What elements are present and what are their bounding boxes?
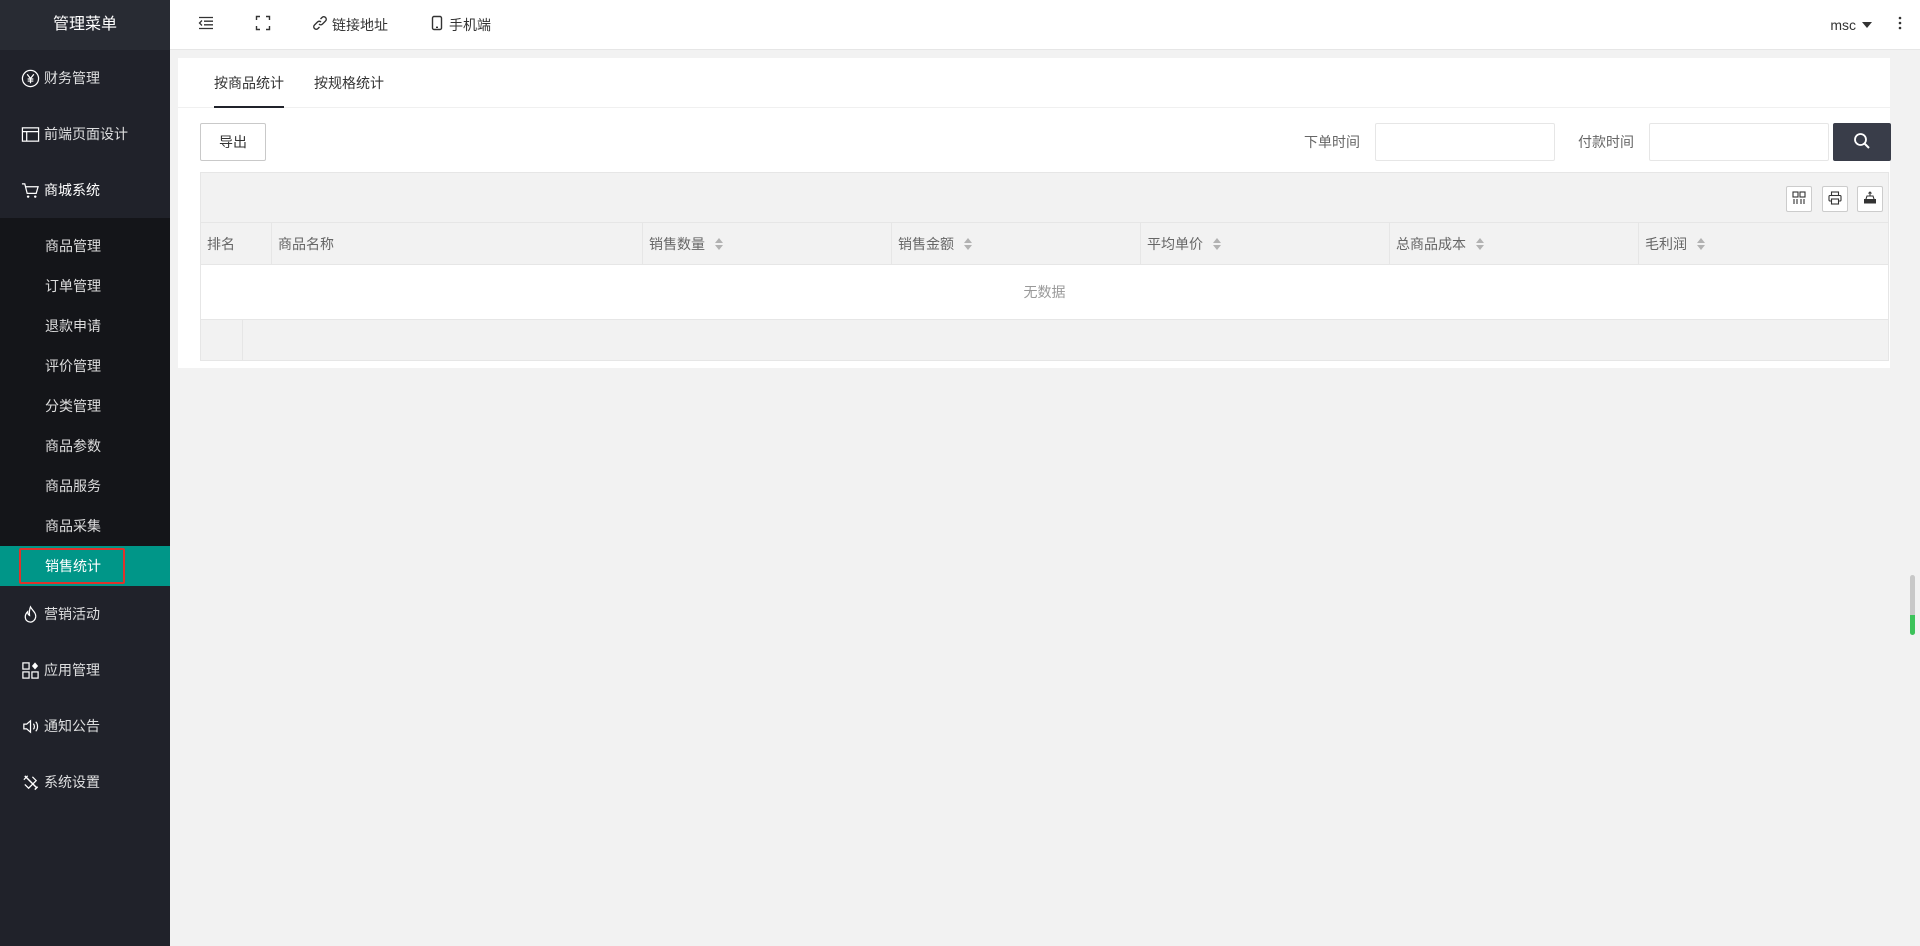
sidebar-subitem-sales-stats[interactable]: 销售统计 [0,546,170,586]
link-address-label: 链接地址 [332,16,388,33]
sort-icon[interactable] [1213,238,1221,250]
link-address-button[interactable]: 链接地址 [286,0,403,50]
link-icon [312,15,328,34]
sales-table: 排名 商品名称 销售数量 销售金额 平均单价 总商品成本 毛利润 无数据 [200,172,1889,361]
sidebar-item-label: 商城系统 [44,182,100,198]
tab-by-spec[interactable]: 按规格统计 [314,58,384,108]
table-header: 排名 商品名称 销售数量 销售金额 平均单价 总商品成本 毛利润 [201,223,1888,265]
caret-down-icon [1862,21,1872,28]
layout-icon [20,124,40,144]
fullscreen-button[interactable] [229,0,286,50]
cart-icon [20,180,40,200]
col-avg-price-label: 平均单价 [1147,236,1203,252]
top-header: 链接地址 手机端 msc [170,0,1920,50]
speaker-icon [20,716,40,736]
col-total-cost-label: 总商品成本 [1396,236,1466,252]
sidebar-item-label: 前端页面设计 [44,126,128,142]
col-total-cost[interactable]: 总商品成本 [1390,223,1639,265]
sidebar-item-notice[interactable]: 通知公告 [0,698,170,754]
stats-tabs: 按商品统计 按规格统计 [178,58,1890,108]
col-sales-qty-label: 销售数量 [649,236,705,252]
table-toolbar [201,173,1888,223]
search-button[interactable] [1833,123,1891,161]
scrollbar-indicator [1910,615,1915,635]
empty-state: 无数据 [201,265,1888,320]
sidebar-item-label: 应用管理 [44,662,100,678]
col-sales-qty[interactable]: 销售数量 [643,223,892,265]
col-sales-amount[interactable]: 销售金额 [892,223,1141,265]
col-gross-profit[interactable]: 毛利润 [1639,223,1888,265]
collapse-menu-button[interactable] [170,0,229,50]
mobile-icon [429,15,445,34]
mall-submenu: 商品管理 订单管理 退款申请 评价管理 分类管理 商品参数 商品服务 商品采集 … [0,218,170,586]
yen-circle-icon [20,68,40,88]
mobile-button[interactable]: 手机端 [403,0,506,50]
pay-time-input[interactable] [1649,123,1829,161]
table-footer [201,320,1888,360]
sidebar-item-finance[interactable]: 财务管理 [0,50,170,106]
highlight-box [19,548,125,584]
columns-filter-button[interactable] [1786,186,1812,212]
columns-icon [1792,190,1806,208]
sidebar-subitem-product-service[interactable]: 商品服务 [0,466,170,506]
filter-toolbar: 导出 下单时间 付款时间 [178,108,1891,174]
sidebar-subitem-refund-request[interactable]: 退款申请 [0,306,170,346]
indent-icon [198,15,214,34]
main-card: 按商品统计 按规格统计 导出 下单时间 付款时间 排名 商品名称 销售数量 销售… [178,58,1891,368]
sidebar-item-label: 通知公告 [44,718,100,734]
col-sales-amount-label: 销售金额 [898,236,954,252]
sidebar-item-system-settings[interactable]: 系统设置 [0,754,170,810]
col-rank-label: 排名 [207,236,235,252]
col-product-name-label: 商品名称 [278,236,334,252]
sort-icon[interactable] [1476,238,1484,250]
sidebar-subitem-category-management[interactable]: 分类管理 [0,386,170,426]
sidebar-item-mall-system[interactable]: 商城系统 [0,162,170,218]
scrollbar[interactable] [1910,575,1915,635]
col-avg-price[interactable]: 平均单价 [1141,223,1390,265]
sidebar-item-label: 财务管理 [44,70,100,86]
sidebar: 管理菜单 财务管理 前端页面设计 商城系统 商品管理 订单管理 退款申请 评价管… [0,0,170,946]
footer-cell [201,320,243,360]
print-icon [1828,190,1842,208]
sort-icon[interactable] [715,238,723,250]
export-table-button[interactable] [1857,186,1883,212]
sort-icon[interactable] [1697,238,1705,250]
user-menu[interactable]: msc [1818,17,1884,33]
search-icon [1853,132,1871,153]
tools-icon [20,772,40,792]
mobile-label: 手机端 [449,16,491,33]
col-product-name[interactable]: 商品名称 [272,223,643,265]
order-time-label: 下单时间 [1304,134,1360,150]
sidebar-subitem-product-params[interactable]: 商品参数 [0,426,170,466]
sidebar-subitem-product-management[interactable]: 商品管理 [0,226,170,266]
tab-by-product[interactable]: 按商品统计 [214,58,284,108]
fullscreen-icon [255,15,271,34]
sidebar-title: 管理菜单 [0,0,170,50]
export-icon [1863,190,1877,208]
sidebar-subitem-product-collect[interactable]: 商品采集 [0,506,170,546]
more-vertical-icon [1898,16,1902,33]
order-time-input[interactable] [1375,123,1555,161]
sidebar-item-label: 系统设置 [44,774,100,790]
sidebar-item-marketing[interactable]: 营销活动 [0,586,170,642]
sidebar-subitem-order-management[interactable]: 订单管理 [0,266,170,306]
sidebar-item-app-management[interactable]: 应用管理 [0,642,170,698]
fire-icon [20,604,40,624]
sidebar-item-label: 营销活动 [44,606,100,622]
export-button[interactable]: 导出 [200,123,266,161]
print-button[interactable] [1822,186,1848,212]
header-right: msc [1818,0,1920,50]
more-menu-button[interactable] [1884,16,1920,33]
sidebar-subitem-review-management[interactable]: 评价管理 [0,346,170,386]
col-rank[interactable]: 排名 [201,223,272,265]
pay-time-label: 付款时间 [1578,134,1634,150]
apps-icon [20,660,40,680]
col-gross-profit-label: 毛利润 [1645,236,1687,252]
username: msc [1830,16,1856,33]
sidebar-item-frontend-design[interactable]: 前端页面设计 [0,106,170,162]
sort-icon[interactable] [964,238,972,250]
